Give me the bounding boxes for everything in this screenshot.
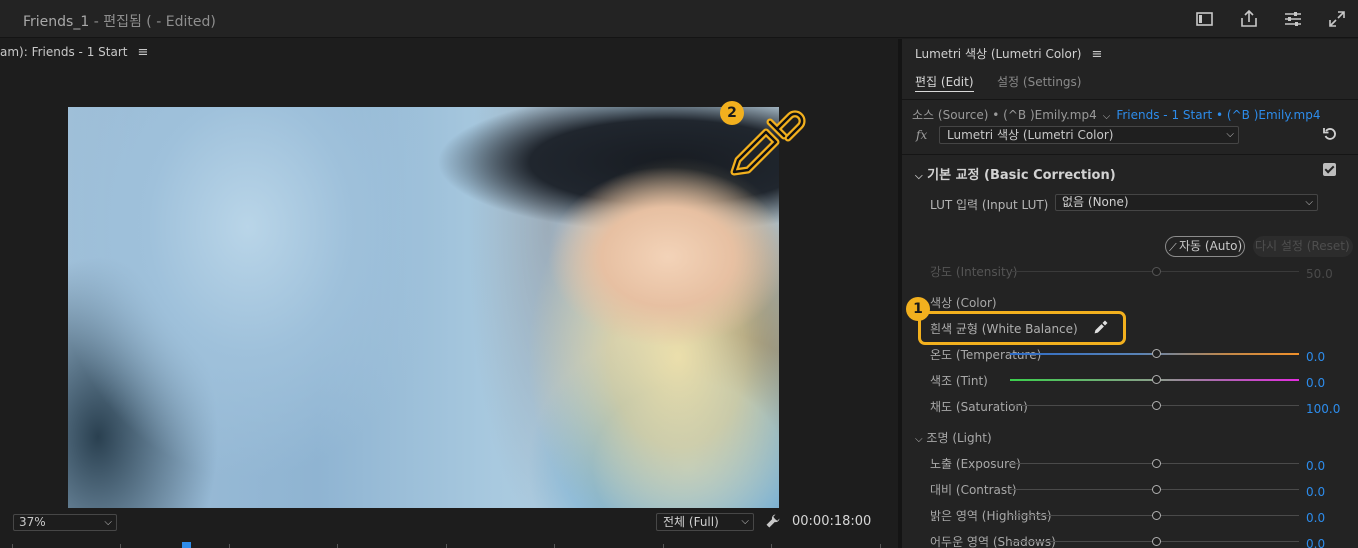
export-icon[interactable] [1239,9,1259,29]
panel-title: Lumetri 색상 (Lumetri Color) ≡ [915,45,1102,62]
playhead[interactable] [182,542,191,548]
resolution-select[interactable]: 전체 (Full) ⌵ [656,513,754,531]
settings-sliders-icon[interactable] [1283,9,1303,29]
effect-select-value: Lumetri 색상 (Lumetri Color) [947,128,1114,142]
basic-correction-header[interactable]: ⌵ 기본 교정 (Basic Correction) [915,164,1116,183]
lut-select-value: 없음 (None) [1062,195,1129,209]
timecode[interactable]: 00:00:18:00 [792,514,871,529]
auto-button-label: 자동 (Auto) [1179,239,1243,253]
monitor-header: am): Friends - 1 Start ≡ [0,45,148,60]
monitor-menu-icon[interactable]: ≡ [137,45,148,60]
lut-select[interactable]: 없음 (None) ⌵ [1055,194,1318,211]
video-frame[interactable] [68,107,779,508]
chevron-down-icon: ⌵ [1305,197,1313,208]
wand-icon: ⟋ [1169,241,1177,254]
panel-title-text: Lumetri 색상 (Lumetri Color) [915,47,1082,61]
contrast-knob[interactable] [1152,485,1161,494]
white-balance-label: 흰색 균형 (White Balance) [930,322,1078,336]
intensity-knob[interactable] [1152,267,1161,276]
zoom-value: 37% [19,515,46,529]
tint-knob[interactable] [1152,375,1161,384]
project-name: Friends_1 [23,14,90,30]
fx-icon: fx [916,128,928,142]
sequence-clip[interactable]: Friends - 1 Start • (^B )Emily.mp4 [1116,108,1320,122]
reset-button[interactable]: 다시 설정 (Reset) [1253,236,1353,257]
effect-select[interactable]: Lumetri 색상 (Lumetri Color) ⌵ [939,126,1239,144]
divider [902,99,1358,100]
reset-icon[interactable] [1322,126,1338,142]
exposure-value[interactable]: 0.0 [1306,459,1325,473]
zoom-select[interactable]: 37% ⌵ [13,514,117,531]
tab-edit[interactable]: 편집 (Edit) [915,73,974,92]
contrast-value[interactable]: 0.0 [1306,485,1325,499]
chevron-down-icon: ⌵ [915,434,923,445]
chevron-down-icon: ⌵ [915,171,923,182]
window-title: Friends_1 - 편집됨 ( - Edited) [23,11,216,31]
saturation-knob[interactable] [1152,401,1161,410]
panel-menu-icon[interactable]: ≡ [1091,47,1102,62]
intensity-label: 강도 (Intensity) [930,265,1018,279]
chevron-down-icon[interactable]: ⌵ [1103,111,1111,122]
intensity-value[interactable]: 50.0 [1306,267,1333,281]
basic-correction-title: 기본 교정 (Basic Correction) [927,168,1116,183]
temperature-value[interactable]: 0.0 [1306,350,1325,364]
exposure-label: 노출 (Exposure) [930,457,1021,471]
chevron-down-icon: ⌵ [741,516,749,527]
chevron-down-icon: ⌵ [1226,129,1234,140]
source-row: 소스 (Source) • (^B )Emily.mp4 ⌵ Friends - 1… [912,106,1320,123]
tint-value[interactable]: 0.0 [1306,376,1325,390]
auto-button[interactable]: ⟋ 자동 (Auto) [1165,236,1245,257]
title-bar: Friends_1 - 편집됨 ( - Edited) [0,0,1358,38]
panel-layout-icon[interactable] [1195,9,1215,29]
resolution-value: 전체 (Full) [663,515,719,529]
wrench-icon[interactable] [765,513,781,529]
highlights-value[interactable]: 0.0 [1306,511,1325,525]
tab-settings[interactable]: 설정 (Settings) [997,73,1081,90]
edit-state: - 편집됨 ( - Edited) [89,14,216,30]
contrast-label: 대비 (Contrast) [930,483,1017,497]
color-section-label: 색상 (Color) [930,296,997,310]
divider [902,154,1358,155]
shadows-value[interactable]: 0.0 [1306,537,1325,548]
lumetri-color-panel: Lumetri 색상 (Lumetri Color) ≡ 편집 (Edit) 설정… [902,39,1358,548]
saturation-value[interactable]: 100.0 [1306,402,1340,416]
light-section-header[interactable]: ⌵ 조명 (Light) [915,429,992,446]
lut-label: LUT 입력 (Input LUT) [930,198,1049,212]
fullscreen-icon[interactable] [1327,9,1347,29]
eyedropper-icon[interactable] [1093,319,1109,335]
highlights-knob[interactable] [1152,511,1161,520]
monitor-title: am): Friends - 1 Start [0,45,128,59]
exposure-knob[interactable] [1152,459,1161,468]
source-clip[interactable]: 소스 (Source) • (^B )Emily.mp4 [912,108,1097,122]
time-ruler[interactable] [0,542,898,548]
tint-label: 색조 (Tint) [930,374,988,388]
temperature-knob[interactable] [1152,349,1161,358]
chevron-down-icon: ⌵ [104,517,112,528]
badge-1: 1 [906,297,930,321]
saturation-label: 채도 (Saturation) [930,400,1028,414]
light-section-label: 조명 (Light) [926,431,992,445]
basic-correction-checkbox[interactable] [1323,163,1336,176]
eyedropper-icon [722,98,808,184]
shadows-knob[interactable] [1152,537,1161,546]
